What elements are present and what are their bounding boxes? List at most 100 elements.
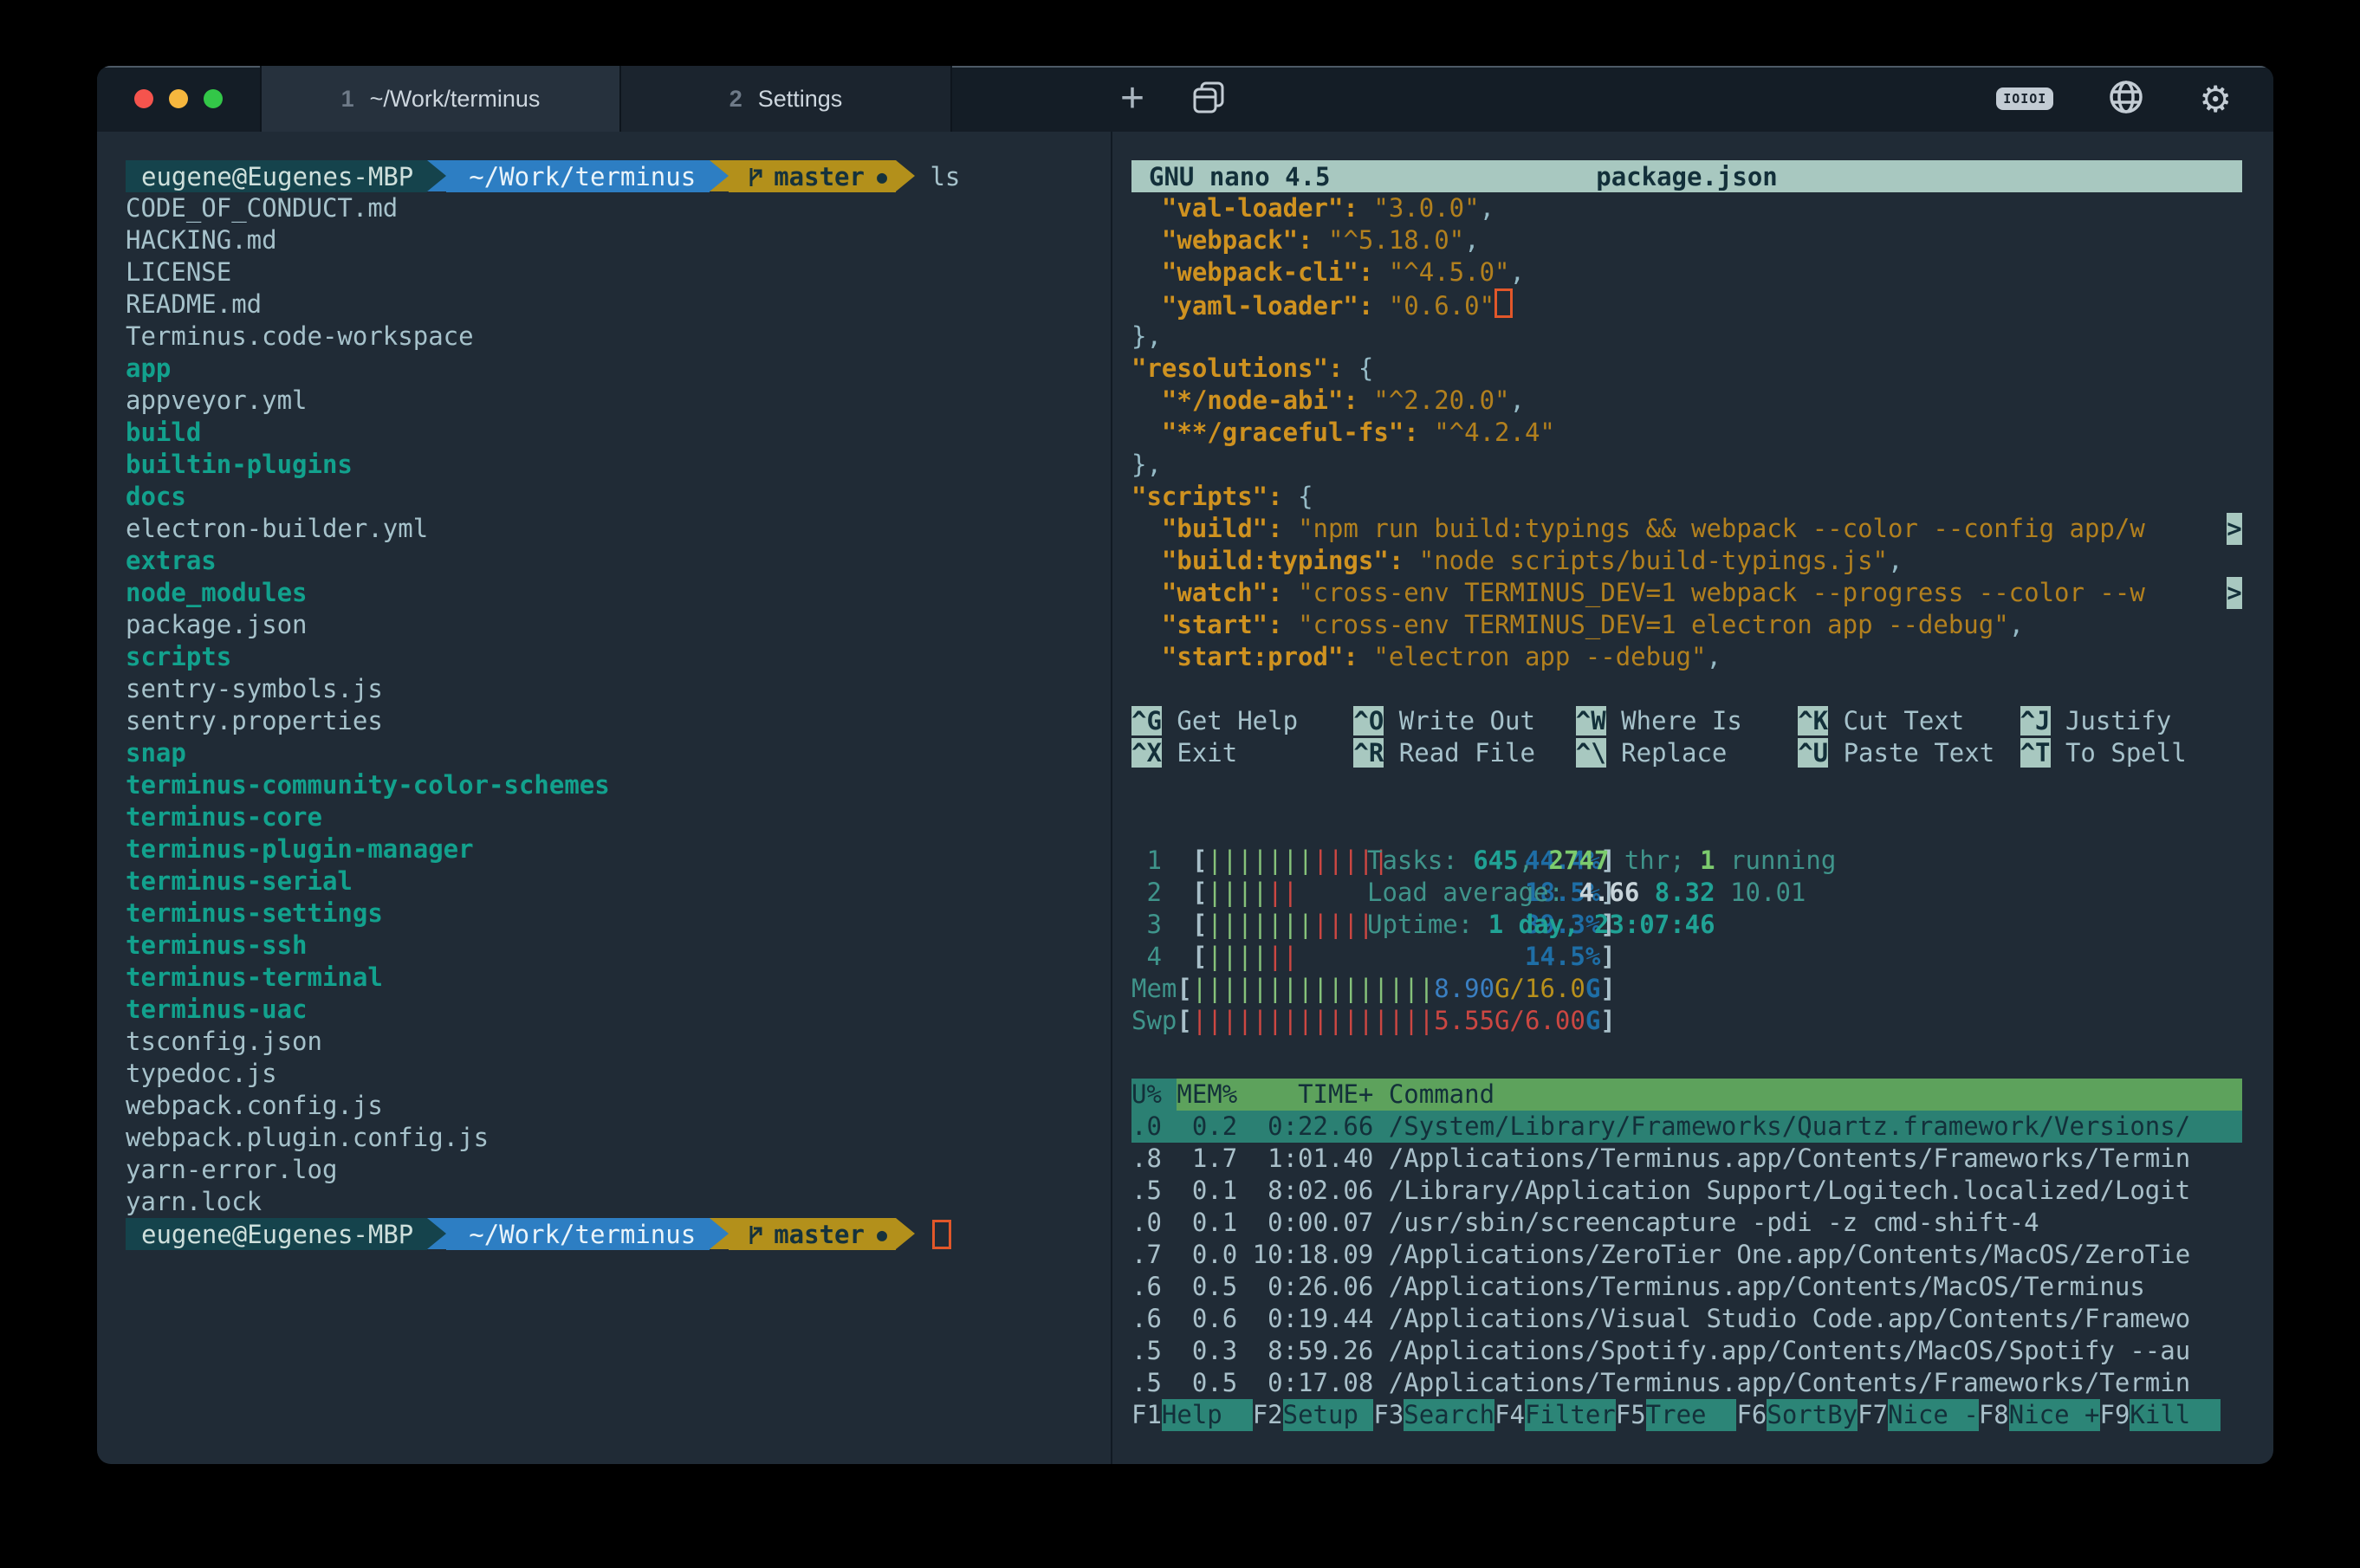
- meter-line: Mem[||||||||||||||||8.90G/16.0G]: [1131, 973, 2242, 1005]
- nano-line: "val-loader": "3.0.0",: [1131, 192, 2242, 224]
- file-entry: scripts: [126, 641, 1111, 673]
- htop-meters-area: 1 [|||||||||||| 44.4%] 2 [|||||| 18.5%] …: [1131, 845, 2242, 1037]
- globe-icon[interactable]: [2107, 78, 2145, 120]
- file-entry: yarn-error.log: [126, 1154, 1111, 1186]
- file-entry: webpack.config.js: [126, 1090, 1111, 1122]
- shortcut-label: Exit: [1162, 738, 1237, 768]
- shortcut-label: Read File: [1384, 738, 1535, 768]
- tab-1-terminal[interactable]: 1 ~/Work/terminus: [260, 66, 621, 132]
- powerline-arrow: [427, 1218, 446, 1249]
- meter-line: Swp[||||||||||||||||5.55G/6.00G]: [1131, 1005, 2242, 1037]
- nano-line: "**/graceful-fs": "^4.2.4": [1131, 417, 2242, 449]
- powerline-arrow: [896, 160, 915, 191]
- minimize-button[interactable]: [169, 89, 188, 108]
- htop-function-key-bar: F1Help F2Setup F3SearchF4FilterF5Tree F6…: [1131, 1399, 2242, 1431]
- nano-line: "scripts": {: [1131, 481, 2242, 513]
- line-continuation-marker: >: [2227, 513, 2242, 545]
- file-entry: electron-builder.yml: [126, 513, 1111, 545]
- nano-line: "webpack-cli": "^4.5.0",: [1131, 256, 2242, 288]
- prompt-user-segment: eugene@Eugenes-MBP: [126, 1218, 427, 1250]
- fkey-number: F5: [1616, 1399, 1646, 1431]
- table-header-columns: MEM% TIME+ Command: [1177, 1079, 2242, 1111]
- shortcut-label: Replace: [1606, 738, 1728, 768]
- file-entry: docs: [126, 481, 1111, 513]
- nano-shortcut: ^W Where Is: [1576, 705, 1798, 737]
- file-entry: Terminus.code-workspace: [126, 321, 1111, 353]
- zoom-button[interactable]: [204, 89, 223, 108]
- fkey-label: Filter: [1525, 1399, 1616, 1431]
- file-entry: terminus-settings: [126, 897, 1111, 930]
- shortcut-key: ^T: [2020, 738, 2051, 768]
- process-row[interactable]: .6 0.6 0:19.44 /Applications/Visual Stud…: [1131, 1303, 2242, 1335]
- nano-shortcut: ^T To Spell: [2020, 737, 2242, 769]
- tab-bar: 1 ~/Work/terminus 2 Settings + IOIOI: [97, 66, 2273, 132]
- git-branch-icon: [746, 164, 765, 190]
- shortcut-key: ^U: [1798, 738, 1828, 768]
- nano-line: "build": "npm run build:typings && webpa…: [1131, 513, 2242, 545]
- process-table-header[interactable]: U% MEM% TIME+ Command: [1131, 1079, 2242, 1111]
- file-entry: builtin-plugins: [126, 449, 1111, 481]
- process-row[interactable]: .0 0.1 0:00.07 /usr/sbin/screencapture -…: [1131, 1207, 2242, 1239]
- typed-command: ls: [915, 162, 960, 191]
- fkey-label: Nice +: [2009, 1399, 2100, 1431]
- file-entry: node_modules: [126, 577, 1111, 609]
- htop-stats: Tasks: 645, 2747 thr; 1 runningLoad aver…: [1367, 845, 1836, 941]
- file-entry: appveyor.yml: [126, 385, 1111, 417]
- stat-line: Tasks: 645, 2747 thr; 1 running: [1367, 845, 1836, 877]
- tab-2-settings[interactable]: 2 Settings: [621, 66, 952, 132]
- prompt-git-segment: master●: [729, 160, 896, 192]
- process-row[interactable]: .5 0.5 0:17.08 /Applications/Terminus.ap…: [1131, 1367, 2242, 1399]
- process-row[interactable]: .5 0.1 8:02.06 /Library/Application Supp…: [1131, 1175, 2242, 1207]
- sort-column-header[interactable]: U%: [1131, 1079, 1177, 1111]
- shortcut-key: ^O: [1353, 706, 1384, 735]
- shortcut-label: Write Out: [1384, 706, 1535, 735]
- nano-line: "resolutions": {: [1131, 353, 2242, 385]
- file-entry: typedoc.js: [126, 1058, 1111, 1090]
- fkey-label: Nice -: [1888, 1399, 1979, 1431]
- process-row[interactable]: .0 0.2 0:22.66 /System/Library/Framework…: [1131, 1111, 2242, 1143]
- file-entry: app: [126, 353, 1111, 385]
- settings-gear-icon[interactable]: ⚙: [2199, 78, 2232, 120]
- fkey-number: F2: [1253, 1399, 1283, 1431]
- file-entry: webpack.plugin.config.js: [126, 1122, 1111, 1154]
- file-entry: LICENSE: [126, 256, 1111, 288]
- file-entry: build: [126, 417, 1111, 449]
- process-row[interactable]: .5 0.3 8:59.26 /Applications/Spotify.app…: [1131, 1335, 2242, 1367]
- terminal-pane-shell[interactable]: eugene@Eugenes-MBP ~/Work/terminus maste…: [97, 132, 1111, 1464]
- powerline-arrow: [710, 160, 729, 191]
- terminal-cursor: [932, 1220, 951, 1249]
- file-entry: terminus-serial: [126, 865, 1111, 897]
- nano-line: },: [1131, 449, 2242, 481]
- nano-filename: package.json: [1131, 162, 2242, 191]
- shortcut-key: ^W: [1576, 706, 1606, 735]
- powerline-arrow: [427, 160, 446, 191]
- fkey-label: Search: [1404, 1399, 1494, 1431]
- shortcut-label: Cut Text: [1828, 706, 1964, 735]
- duplicate-tab-icon[interactable]: [1191, 80, 1226, 119]
- nano-shortcut: ^O Write Out: [1353, 705, 1575, 737]
- process-row[interactable]: .7 0.0 10:18.09 /Applications/ZeroTier O…: [1131, 1239, 2242, 1271]
- powerline-arrow: [710, 1218, 729, 1249]
- nano-shortcut: ^U Paste Text: [1798, 737, 2020, 769]
- line-continuation-marker: >: [2227, 577, 2242, 609]
- file-entry: CODE_OF_CONDUCT.md: [126, 192, 1111, 224]
- terminal-pane-right[interactable]: package.json GNU nano 4.5 "val-loader": …: [1112, 132, 2273, 1464]
- process-row[interactable]: .6 0.5 0:26.06 /Applications/Terminus.ap…: [1131, 1271, 2242, 1303]
- process-row[interactable]: .8 1.7 1:01.40 /Applications/Terminus.ap…: [1131, 1143, 2242, 1175]
- fkey-label: Kill: [2130, 1399, 2221, 1431]
- process-table: .0 0.2 0:22.66 /System/Library/Framework…: [1131, 1111, 2242, 1399]
- file-entry: terminus-ssh: [126, 930, 1111, 962]
- fkey-number: F9: [2100, 1399, 2130, 1431]
- new-tab-button[interactable]: +: [1108, 78, 1157, 120]
- close-button[interactable]: [134, 89, 153, 108]
- file-entry: package.json: [126, 609, 1111, 641]
- shortcut-label: Paste Text: [1828, 738, 1994, 768]
- file-entry: README.md: [126, 288, 1111, 321]
- file-entry: HACKING.md: [126, 224, 1111, 256]
- file-entry: terminus-uac: [126, 994, 1111, 1026]
- nano-shortcut-bar: ^G Get Help^O Write Out^W Where Is^K Cut…: [1131, 705, 2242, 769]
- serial-keyboard-icon[interactable]: IOIOI: [1996, 87, 2053, 110]
- nano-line: "webpack": "^5.18.0",: [1131, 224, 2242, 256]
- fkey-number: F6: [1736, 1399, 1767, 1431]
- shortcut-label: Justify: [2051, 706, 2172, 735]
